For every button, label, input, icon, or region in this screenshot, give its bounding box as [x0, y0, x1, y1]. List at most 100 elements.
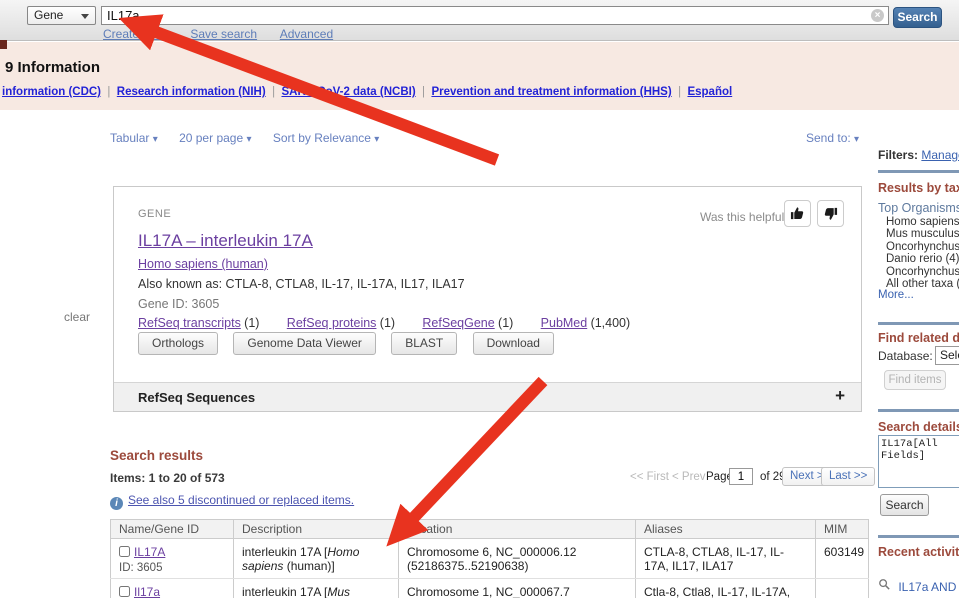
recent-activity-item: IL17a AND (al	[878, 578, 959, 594]
save-search-link[interactable]: Save search	[190, 27, 257, 41]
create-rss-link[interactable]: Create RSS	[103, 27, 167, 41]
nih-research-link[interactable]: Research information (NIH)	[117, 86, 266, 98]
banner-title: 9 Information	[5, 59, 101, 76]
results-toolbar: Tabular ▾ 20 per page ▾ Sort by Relevanc…	[110, 131, 397, 145]
row-checkbox[interactable]	[119, 586, 130, 597]
right-sidebar: Filters: Manage Fi Results by taxon Top …	[878, 0, 959, 598]
thumb-down-icon	[824, 207, 838, 220]
refseq-transcripts-link[interactable]: RefSeq transcripts	[138, 316, 241, 330]
search-details-textarea[interactable]: IL17a[All Fields]	[878, 435, 959, 488]
page-size-dropdown[interactable]: 20 per page ▾	[179, 131, 251, 145]
row-description: interleukin 17A [Homo sapiens (human)]	[233, 538, 399, 579]
organism-list: Homo sapiens ( Mus musculus ( Oncorhynch…	[878, 216, 959, 290]
link-count: (1,400)	[590, 316, 631, 330]
items-count-line: Items: 1 to 20 of 573	[110, 471, 225, 485]
organism-item[interactable]: Homo sapiens (	[878, 216, 959, 228]
organism-item[interactable]: Oncorhynchus m	[878, 241, 959, 253]
pagination-prev: < Prev	[672, 471, 706, 483]
link-count: (1)	[498, 316, 514, 330]
filter-clear-label[interactable]: clear	[64, 310, 90, 324]
blast-button[interactable]: BLAST	[391, 332, 458, 355]
info-icon: i	[110, 497, 123, 510]
row-mim: 603149	[815, 538, 869, 579]
helpful-prompt: Was this helpful?	[700, 210, 791, 224]
search-results-heading: Search results	[110, 448, 204, 463]
magnifier-icon	[879, 579, 890, 590]
covid-info-banner: 9 Information information (CDC) Research …	[0, 40, 959, 110]
table-row: IL17A ID: 3605 interleukin 17A [Homo sapi…	[110, 538, 869, 579]
gene-id-line: Gene ID: 3605	[138, 297, 220, 311]
gene-action-buttons: Orthologs Genome Data Viewer BLAST Downl…	[138, 332, 566, 355]
section-divider	[878, 409, 959, 412]
gene-related-links: RefSeq transcripts (1) RefSeq proteins (…	[138, 316, 654, 330]
gene-aliases-line: Also known as: CTLA-8, CTLA8, IL-17, IL-…	[138, 277, 465, 291]
column-aliases: Aliases	[635, 519, 816, 539]
sars-cov2-data-link[interactable]: SARS-CoV-2 data (NCBI)	[281, 86, 415, 98]
pubmed-link[interactable]: PubMed	[541, 316, 588, 330]
organism-item[interactable]: Mus musculus (	[878, 228, 959, 240]
page-number-input[interactable]	[729, 468, 753, 485]
gene-title-link[interactable]: IL17A – interleukin 17A	[138, 231, 313, 251]
manage-filters-link[interactable]: Manage Fi	[921, 148, 959, 162]
search-header-bar: Gene × Search Create RSS Save search Adv…	[0, 0, 959, 41]
row-checkbox[interactable]	[119, 546, 130, 557]
filters-label: Filters:	[878, 148, 919, 162]
hhs-prevention-link[interactable]: Prevention and treatment information (HH…	[431, 86, 671, 98]
top-organisms-heading[interactable]: Top Organisms |	[878, 201, 959, 215]
refseq-sequences-section[interactable]: RefSeq Sequences +	[114, 382, 861, 411]
row-aliases: CTLA-8, CTLA8, IL-17, IL-17A, IL17, ILA1…	[635, 538, 816, 579]
database-label: Database:	[878, 349, 933, 363]
discontinued-items-notice: i See also 5 discontinued or replaced ite…	[110, 493, 354, 510]
search-details-search-button[interactable]: Search	[880, 494, 929, 516]
database-select[interactable]: Select	[935, 346, 959, 365]
table-row: Il17aID: 16171 interleukin 17A [Mus musc…	[110, 578, 869, 598]
results-by-taxon-heading: Results by taxon	[878, 181, 959, 195]
refseqgene-link[interactable]: RefSeqGene	[422, 316, 494, 330]
banner-corner-chip	[0, 40, 7, 49]
caret-down-icon: ▾	[152, 134, 158, 145]
section-divider	[878, 170, 959, 173]
caret-down-icon: ▾	[854, 134, 860, 145]
results-table: Name/Gene ID Description Location Aliase…	[110, 519, 869, 598]
thumb-up-icon	[790, 207, 804, 220]
advanced-search-link[interactable]: Advanced	[280, 27, 333, 41]
more-organisms-link[interactable]: More...	[878, 289, 914, 301]
column-description: Description	[233, 519, 399, 539]
organism-item[interactable]: Oncorhynchus t	[878, 266, 959, 278]
genome-data-viewer-button[interactable]: Genome Data Viewer	[233, 332, 376, 355]
download-button[interactable]: Download	[472, 332, 554, 355]
find-items-button[interactable]: Find items	[884, 370, 946, 390]
gene-result-link[interactable]: IL17A	[134, 545, 165, 559]
record-type-label: GENE	[138, 208, 172, 220]
row-location: Chromosome 6, NC_000006.12 (52186375..52…	[398, 538, 636, 579]
row-description: interleukin 17A [Mus musculus (house mou…	[233, 578, 399, 598]
search-details-heading: Search details	[878, 420, 959, 434]
refseq-sequences-title: RefSeq Sequences	[138, 390, 256, 405]
banner-links: information (CDC) Research information (N…	[2, 86, 732, 98]
thumbs-down-button[interactable]	[817, 200, 844, 227]
organism-item[interactable]: Danio rerio (4)	[878, 253, 959, 265]
refseq-proteins-link[interactable]: RefSeq proteins	[287, 316, 377, 330]
pagination-first: << First	[630, 471, 669, 483]
see-also-link[interactable]: See also 5 discontinued or replaced item…	[128, 493, 354, 507]
caret-down-icon: ▾	[246, 134, 252, 145]
recent-search-link[interactable]: IL17a AND (al	[898, 580, 959, 594]
column-mim: MIM	[815, 519, 869, 539]
table-header-row: Name/Gene ID Description Location Aliase…	[110, 519, 869, 539]
pagination-last-button[interactable]: Last >>	[821, 467, 876, 486]
search-input[interactable]	[101, 6, 889, 25]
espanol-link[interactable]: Español	[687, 86, 732, 98]
column-location: Location	[398, 519, 636, 539]
expand-plus-icon[interactable]: +	[835, 386, 845, 406]
thumbs-up-button[interactable]	[784, 200, 811, 227]
database-select[interactable]: Gene	[27, 6, 96, 25]
gene-summary-card: GENE Was this helpful? IL17A – interleuk…	[113, 186, 862, 412]
gene-organism-link[interactable]: Homo sapiens (human)	[138, 257, 268, 271]
sort-dropdown[interactable]: Sort by Relevance ▾	[273, 131, 379, 145]
cdc-info-link[interactable]: information (CDC)	[2, 86, 101, 98]
orthologs-button[interactable]: Orthologs	[138, 332, 219, 355]
display-format-dropdown[interactable]: Tabular ▾	[110, 131, 158, 145]
row-aliases: Ctla-8, Ctla8, IL-17, IL-17A, Il17	[635, 578, 816, 598]
send-to-dropdown[interactable]: Send to: ▾	[806, 131, 859, 145]
gene-result-link[interactable]: Il17a	[134, 585, 160, 598]
